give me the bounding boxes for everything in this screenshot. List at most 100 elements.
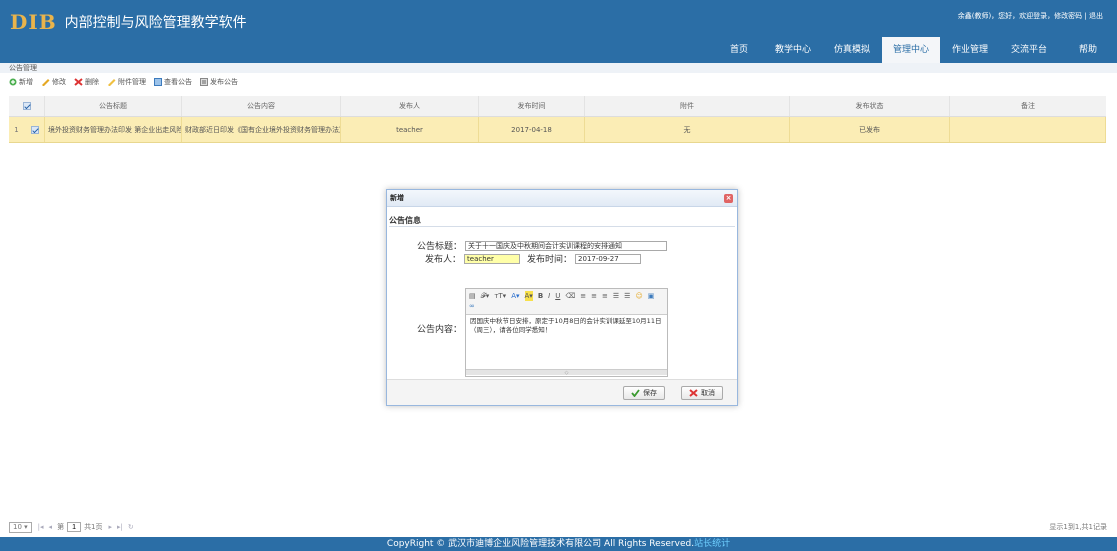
date-input[interactable]: 2017-09-27 [575,253,642,264]
cell-content: 财政部近日印发《国有企业境外投资财务管理办法》() [182,117,341,142]
source-icon[interactable]: ▤ [469,291,476,301]
highlight-icon[interactable]: A▾ [524,291,533,301]
copyright: CopyRight © 武汉市迪博企业风险管理技术有限公司 All Rights… [386,539,695,549]
app-header: DIB 内部控制与风险管理教学软件 余鑫(教师)，您好，欢迎登录，修改密码 | … [0,0,1117,63]
unordered-list-icon[interactable]: ☰ [624,291,630,301]
page-input[interactable] [67,522,82,532]
row-number: 1 [14,125,19,134]
select-all-cell[interactable] [9,96,45,116]
dialog-title: 新增 [390,194,404,202]
row-checkbox[interactable] [30,125,39,134]
footer: CopyRight © 武汉市迪博企业风险管理技术有限公司 All Rights… [0,537,1117,551]
nav-forum[interactable]: 交流平台 [1000,37,1058,63]
announcement-grid: 公告标题 公告内容 发布人 发布时间 附件 发布状态 备注 1 境外投资财务管理… [9,96,1106,143]
cancel-icon [689,389,698,397]
header-status[interactable]: 发布状态 [790,96,950,116]
last-page-icon[interactable]: ▸| [117,523,123,531]
header-title[interactable]: 公告标题 [45,96,182,116]
save-label: 保存 [643,389,657,397]
font-family-icon[interactable]: 𝓕▾ [481,291,490,301]
view-label: 查看公告 [164,78,192,86]
dialog-title-bar[interactable]: 新增 × [387,190,737,207]
content-label-row: 公告内容： [417,322,465,335]
total-pages: 共1页 [84,523,103,531]
nav-home[interactable]: 首页 [715,37,763,63]
font-color-icon[interactable]: A▾ [511,291,519,301]
content-textarea[interactable]: 因国庆中秋节日安排，原定于10月8日的会计实训课延至10月11日（周三），请各位… [466,315,667,369]
app-title: 内部控制与风险管理教学软件 [64,15,247,31]
resize-handle[interactable]: ◇ [466,369,667,376]
stats-link[interactable]: 站长统计 [694,539,730,549]
cell-title: 境外投资财务管理办法印发 第企业出走风险如何防 [45,117,182,142]
main-nav: 首页 教学中心 仿真模拟 管理中心 作业管理 交流平台 帮助 [714,37,1117,63]
eraser-icon[interactable]: ⌫ [565,291,575,301]
align-left-icon[interactable]: ≡ [580,291,586,301]
table-row[interactable]: 1 境外投资财务管理办法印发 第企业出走风险如何防 财政部近日印发《国有企业境外… [9,117,1106,143]
publisher-label: 发布人： [425,255,462,265]
pencil-icon [42,79,50,86]
header-publisher[interactable]: 发布人 [341,96,479,116]
publisher-input[interactable]: teacher [464,253,521,264]
rich-text-editor[interactable]: ▤ 𝓕▾ тT▾ A▾ A▾ B I U ⌫ ≡ ≡ ≡ ☰ ☰ ☺ ▣ ∞ 因… [465,288,668,377]
title-input[interactable]: 关于十一国庆及中秋期间会计实训课程的安排通知 [465,240,668,251]
page-size-select[interactable]: 10 ▾ [9,521,32,533]
prev-page-icon[interactable]: ◂ [49,523,53,531]
font-size-icon[interactable]: тT▾ [494,291,506,301]
header-date[interactable]: 发布时间 [479,96,585,116]
dialog-footer: 保存 取消 [387,379,737,405]
logo-mark: DIB [10,10,57,34]
emoticon-icon[interactable]: ☺ [635,291,642,301]
delete-icon [74,78,83,86]
row-select-cell[interactable]: 1 [9,117,45,142]
toolbar: 新增 修改 删除 附件管理 查看公告 发布公告 [0,73,1117,91]
link-icon[interactable]: ∞ [469,301,475,311]
ordered-list-icon[interactable]: ☰ [613,291,619,301]
nav-management-center[interactable]: 管理中心 [882,37,940,63]
delete-button[interactable]: 删除 [74,77,99,87]
align-right-icon[interactable]: ≡ [602,291,608,301]
cell-publisher: teacher [341,117,479,142]
dialog-body: 公告信息 公告标题： 关于十一国庆及中秋期间会计实训课程的安排通知 发布人： t… [389,208,735,380]
date-label: 发布时间： [527,255,573,265]
pager: 10 ▾ |◂ ◂ 第 共1页 ▸ ▸| ↻ [9,520,139,534]
user-links[interactable]: 余鑫(教师)，您好，欢迎登录，修改密码 | 退出 [958,11,1103,21]
edit-label: 修改 [52,78,66,86]
close-icon[interactable]: × [724,194,733,203]
first-page-icon[interactable]: |◂ [38,523,44,531]
nav-help[interactable]: 帮助 [1059,37,1117,63]
save-button[interactable]: 保存 [623,386,665,400]
header-attachment[interactable]: 附件 [585,96,790,116]
next-page-icon[interactable]: ▸ [109,523,113,531]
refresh-icon[interactable]: ↻ [128,523,134,531]
align-center-icon[interactable]: ≡ [591,291,597,301]
add-button[interactable]: 新增 [9,77,33,87]
cancel-button[interactable]: 取消 [681,386,723,400]
header-content[interactable]: 公告内容 [182,96,341,116]
header-note[interactable]: 备注 [950,96,1106,116]
logo: DIB 内部控制与风险管理教学软件 [10,10,247,34]
nav-simulation[interactable]: 仿真模拟 [823,37,881,63]
publisher-row: 发布人： teacher 发布时间： 2017-09-27 [425,252,642,265]
content-label: 公告内容： [417,325,463,335]
italic-icon[interactable]: I [548,291,550,301]
attachment-label: 附件管理 [118,78,146,86]
title-label: 公告标题： [417,242,463,252]
attachment-button[interactable]: 附件管理 [107,77,146,87]
bold-icon[interactable]: B [538,291,543,301]
nav-teaching-center[interactable]: 教学中心 [764,37,822,63]
publish-label: 发布公告 [210,78,238,86]
publish-button[interactable]: 发布公告 [200,77,238,87]
delete-label: 删除 [85,78,99,86]
page-label: 第 [57,523,65,531]
view-button[interactable]: 查看公告 [154,77,192,87]
nav-homework[interactable]: 作业管理 [941,37,999,63]
cell-status: 已发布 [790,117,950,142]
view-icon [154,78,162,86]
select-all-checkbox[interactable] [22,102,31,110]
underline-icon[interactable]: U [555,291,560,301]
cell-note [950,117,1106,142]
image-icon[interactable]: ▣ [648,291,655,301]
edit-button[interactable]: 修改 [41,77,66,87]
add-icon [9,78,17,86]
pager-info: 显示1到1,共1记录 [1049,523,1107,531]
